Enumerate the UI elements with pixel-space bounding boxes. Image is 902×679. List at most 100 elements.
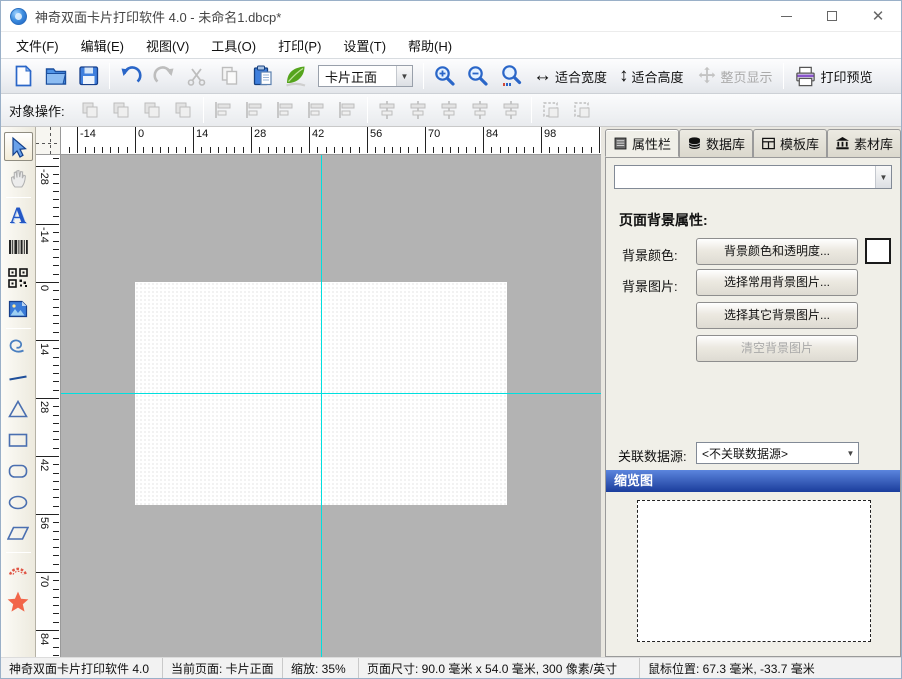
- select-tool-button[interactable]: [4, 132, 33, 161]
- menu-settings[interactable]: 设置(T): [332, 32, 397, 59]
- undo-button[interactable]: [114, 61, 147, 91]
- minimize-button[interactable]: [763, 1, 809, 31]
- ruler-tick: [77, 127, 78, 153]
- datasource-label: 关联数据源:: [618, 446, 687, 465]
- rounded-rectangle-tool-button[interactable]: [4, 456, 33, 485]
- properties-panel: ▼ 页面背景属性: 背景颜色: 背景颜色和透明度... 背景图片: 选择常用背景…: [605, 157, 901, 657]
- object-operations-toolbar: 对象操作:: [1, 94, 901, 127]
- ruler-tick: [53, 473, 59, 474]
- open-folder-icon: [44, 64, 68, 88]
- status-zoom-level: 缩放: 35%: [283, 658, 359, 678]
- qrcode-icon: [7, 267, 29, 289]
- zoom-out-button[interactable]: [461, 61, 494, 91]
- menu-tools[interactable]: 工具(O): [200, 32, 267, 59]
- image-tool-button[interactable]: [4, 294, 33, 323]
- ruler-label: 14: [196, 128, 208, 140]
- line-tool-button[interactable]: [4, 363, 33, 392]
- ruler-tick: [367, 127, 368, 153]
- ruler-label: 56: [38, 517, 50, 529]
- menu-file[interactable]: 文件(F): [5, 32, 70, 59]
- zoom-in-button[interactable]: [428, 61, 461, 91]
- stamp-tool-button[interactable]: [4, 556, 33, 585]
- horizontal-guide-line: [61, 393, 601, 394]
- app-icon: [10, 8, 27, 25]
- ruler-tick: [259, 147, 260, 153]
- maximize-button[interactable]: [809, 1, 855, 31]
- qrcode-tool-button[interactable]: [4, 263, 33, 292]
- ruler-tick: [127, 147, 128, 153]
- horizontal-ruler: -14014284256708498112: [61, 127, 601, 155]
- ellipse-tool-button[interactable]: [4, 487, 33, 516]
- tab-templates[interactable]: 模板库: [753, 129, 827, 157]
- bg-image-label: 背景图片:: [622, 276, 678, 295]
- template-window-icon: [761, 136, 776, 151]
- ruler-tick: [53, 506, 59, 507]
- new-file-button[interactable]: [6, 61, 39, 91]
- paste-button[interactable]: [246, 61, 279, 91]
- star-tool-button[interactable]: [4, 587, 33, 616]
- chevron-down-icon[interactable]: ▼: [875, 166, 891, 188]
- fit-width-button[interactable]: ↔ 适合宽度: [527, 61, 613, 91]
- ruler-tick: [384, 147, 385, 153]
- vertical-guide-line: [321, 155, 322, 659]
- object-op-button: [239, 96, 270, 124]
- ruler-tick: [201, 147, 202, 153]
- bg-image-common-button[interactable]: 选择常用背景图片...: [696, 269, 858, 296]
- ruler-tick: [94, 147, 95, 153]
- triangle-icon: [7, 398, 29, 420]
- menu-view[interactable]: 视图(V): [135, 32, 200, 59]
- fit-height-button[interactable]: ↕ 适合高度: [613, 61, 690, 91]
- full-page-button: 整页显示: [690, 61, 779, 91]
- open-file-button[interactable]: [39, 61, 72, 91]
- ruler-tick: [375, 147, 376, 153]
- right-panel: 属性栏 数据库 模板库: [605, 129, 901, 657]
- datasource-combobox[interactable]: <不关联数据源> ▼: [696, 442, 859, 464]
- menu-print[interactable]: 打印(P): [267, 32, 332, 59]
- chevron-down-icon[interactable]: ▼: [843, 449, 858, 458]
- zoom-actual-size-button[interactable]: [494, 61, 527, 91]
- barcode-tool-button[interactable]: [4, 232, 33, 261]
- ruler-tick: [36, 630, 59, 631]
- ruler-tick: [475, 147, 476, 153]
- text-tool-button[interactable]: A: [4, 201, 33, 230]
- ruler-tick: [53, 307, 59, 308]
- ruler-tick: [53, 249, 59, 250]
- bg-color-swatch[interactable]: [865, 238, 891, 264]
- page-selector-combobox[interactable]: 卡片正面 ▼: [318, 65, 413, 87]
- curve-tool-button[interactable]: [4, 332, 33, 361]
- design-canvas[interactable]: [61, 155, 601, 659]
- chevron-down-icon[interactable]: ▼: [396, 66, 412, 86]
- zoom-actual-size-icon: [499, 64, 523, 88]
- ruler-tick: [143, 147, 144, 153]
- menu-help[interactable]: 帮助(H): [397, 32, 463, 59]
- tab-properties[interactable]: 属性栏: [605, 129, 679, 157]
- bg-color-button[interactable]: 背景颜色和透明度...: [696, 238, 858, 265]
- print-preview-button[interactable]: 打印预览: [788, 61, 879, 91]
- vertical-ruler: -28-140142842567084: [36, 155, 61, 659]
- ruler-tick: [53, 174, 59, 175]
- tab-database-label: 数据库: [706, 134, 745, 153]
- cursor-arrow-icon: [7, 136, 29, 158]
- triangle-tool-button[interactable]: [4, 394, 33, 423]
- ruler-tick: [566, 147, 567, 153]
- rectangle-tool-button[interactable]: [4, 425, 33, 454]
- ruler-tick: [53, 647, 59, 648]
- tab-database[interactable]: 数据库: [679, 129, 753, 157]
- ruler-tick: [218, 147, 219, 153]
- object-selector-value: [615, 166, 875, 188]
- tab-materials[interactable]: 素材库: [827, 129, 901, 157]
- full-page-label: 整页显示: [721, 67, 773, 86]
- parallelogram-tool-button[interactable]: [4, 518, 33, 547]
- object-selector-combobox[interactable]: ▼: [614, 165, 892, 189]
- ruler-tick: [53, 216, 59, 217]
- object-operations-label: 对象操作:: [9, 101, 65, 120]
- menu-edit[interactable]: 编辑(E): [70, 32, 135, 59]
- ruler-tick: [53, 191, 59, 192]
- ruler-tick: [118, 147, 119, 153]
- format-brush-button: [279, 61, 312, 91]
- bg-image-other-button[interactable]: 选择其它背景图片...: [696, 302, 858, 329]
- status-mouse-position: 鼠标位置: 67.3 毫米, -33.7 毫米: [640, 658, 901, 678]
- ruler-tick: [53, 655, 59, 656]
- save-button[interactable]: [72, 61, 105, 91]
- close-button[interactable]: ✕: [855, 1, 901, 31]
